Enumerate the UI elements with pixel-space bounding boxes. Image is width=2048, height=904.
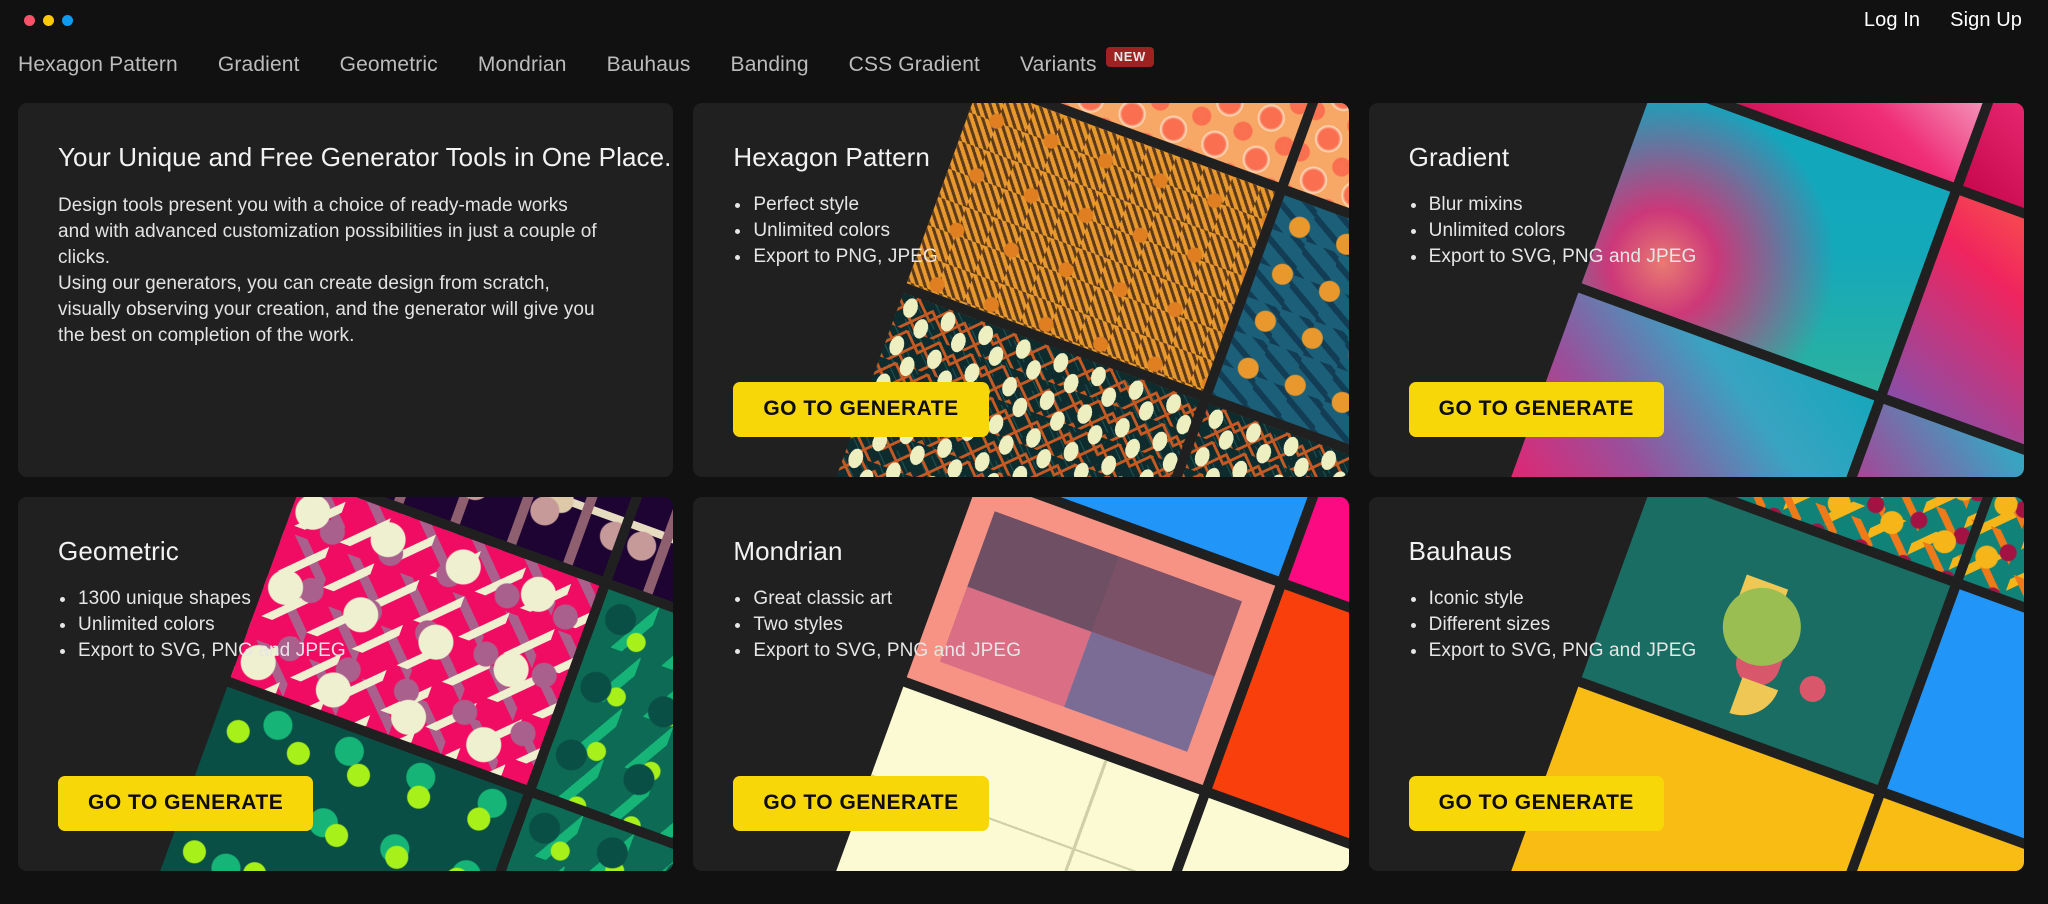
feature-item: Two styles bbox=[733, 612, 1348, 638]
card-title-mondrian: Mondrian bbox=[733, 536, 843, 566]
nav-item-geometric[interactable]: Geometric bbox=[340, 53, 438, 77]
nav-item-gradient[interactable]: Gradient bbox=[218, 53, 300, 77]
tool-card-grid: Your Unique and Free Generator Tools in … bbox=[0, 92, 2048, 871]
new-badge: NEW bbox=[1105, 47, 1154, 67]
feature-item: Different sizes bbox=[1409, 612, 2024, 638]
feature-item: Export to PNG, JPEG bbox=[733, 244, 1348, 270]
nav-item-variants[interactable]: Variants NEW bbox=[1020, 47, 1154, 77]
feature-list-bauhaus: Iconic style Different sizes Export to S… bbox=[1409, 586, 2024, 664]
auth-links: Log In Sign Up bbox=[1864, 9, 2022, 32]
intro-title: Your Unique and Free Generator Tools in … bbox=[58, 142, 672, 172]
card-bauhaus[interactable]: Bauhaus Iconic style Different sizes Exp… bbox=[1368, 497, 2024, 871]
feature-list-mondrian: Great classic art Two styles Export to S… bbox=[733, 586, 1348, 664]
go-to-generate-button-gradient[interactable]: GO TO GENERATE bbox=[1408, 382, 1664, 437]
go-to-generate-button-hexagon-pattern[interactable]: GO TO GENERATE bbox=[733, 382, 989, 437]
feature-item: Export to SVG, PNG and JPEG bbox=[1409, 244, 2024, 270]
card-gradient[interactable]: Gradient Blur mixins Unlimited colors Ex… bbox=[1368, 103, 2024, 477]
feature-item: Iconic style bbox=[1409, 586, 2024, 612]
window-close-dot[interactable] bbox=[24, 14, 35, 26]
card-title-bauhaus: Bauhaus bbox=[1408, 536, 1512, 566]
go-to-generate-button-bauhaus[interactable]: GO TO GENERATE bbox=[1408, 776, 1664, 831]
main-navigation: Hexagon Pattern Gradient Geometric Mondr… bbox=[0, 40, 2048, 92]
feature-item: Export to SVG, PNG and JPEG bbox=[58, 638, 673, 664]
nav-item-hexagon-pattern[interactable]: Hexagon Pattern bbox=[18, 53, 178, 77]
feature-item: Great classic art bbox=[733, 586, 1348, 612]
nav-item-mondrian[interactable]: Mondrian bbox=[478, 53, 567, 77]
go-to-generate-button-mondrian[interactable]: GO TO GENERATE bbox=[733, 776, 989, 831]
feature-item: Export to SVG, PNG and JPEG bbox=[733, 638, 1348, 664]
feature-item: Unlimited colors bbox=[733, 218, 1348, 244]
feature-item: Perfect style bbox=[733, 192, 1348, 218]
card-title-hexagon-pattern: Hexagon Pattern bbox=[733, 142, 930, 172]
feature-item: 1300 unique shapes bbox=[58, 586, 673, 612]
nav-item-banding[interactable]: Banding bbox=[731, 53, 809, 77]
card-title-gradient: Gradient bbox=[1408, 142, 1510, 172]
log-in-link[interactable]: Log In bbox=[1864, 9, 1920, 32]
window-controls bbox=[24, 14, 73, 26]
intro-description: Design tools present you with a choice o… bbox=[58, 195, 597, 346]
window-minimize-dot[interactable] bbox=[43, 14, 54, 26]
go-to-generate-button-geometric[interactable]: GO TO GENERATE bbox=[58, 776, 314, 831]
nav-item-css-gradient[interactable]: CSS Gradient bbox=[849, 53, 980, 77]
card-title-geometric: Geometric bbox=[58, 536, 179, 566]
card-hexagon-pattern[interactable]: Hexagon Pattern Perfect style Unlimited … bbox=[693, 103, 1349, 477]
nav-item-variants-label: Variants bbox=[1020, 53, 1097, 76]
feature-item: Unlimited colors bbox=[1409, 218, 2024, 244]
feature-list-hexagon-pattern: Perfect style Unlimited colors Export to… bbox=[733, 192, 1348, 270]
nav-item-bauhaus[interactable]: Bauhaus bbox=[607, 53, 691, 77]
card-mondrian[interactable]: Mondrian Great classic art Two styles Ex… bbox=[693, 497, 1349, 871]
feature-list-geometric: 1300 unique shapes Unlimited colors Expo… bbox=[58, 586, 673, 664]
feature-item: Blur mixins bbox=[1409, 192, 2024, 218]
feature-item: Export to SVG, PNG and JPEG bbox=[1409, 638, 2024, 664]
card-intro: Your Unique and Free Generator Tools in … bbox=[18, 103, 674, 477]
window-topbar: Log In Sign Up bbox=[0, 0, 2048, 40]
sign-up-link[interactable]: Sign Up bbox=[1950, 9, 2022, 32]
window-maximize-dot[interactable] bbox=[62, 14, 73, 26]
card-geometric[interactable]: Geometric 1300 unique shapes Unlimited c… bbox=[18, 497, 674, 871]
feature-list-gradient: Blur mixins Unlimited colors Export to S… bbox=[1409, 192, 2024, 270]
feature-item: Unlimited colors bbox=[58, 612, 673, 638]
